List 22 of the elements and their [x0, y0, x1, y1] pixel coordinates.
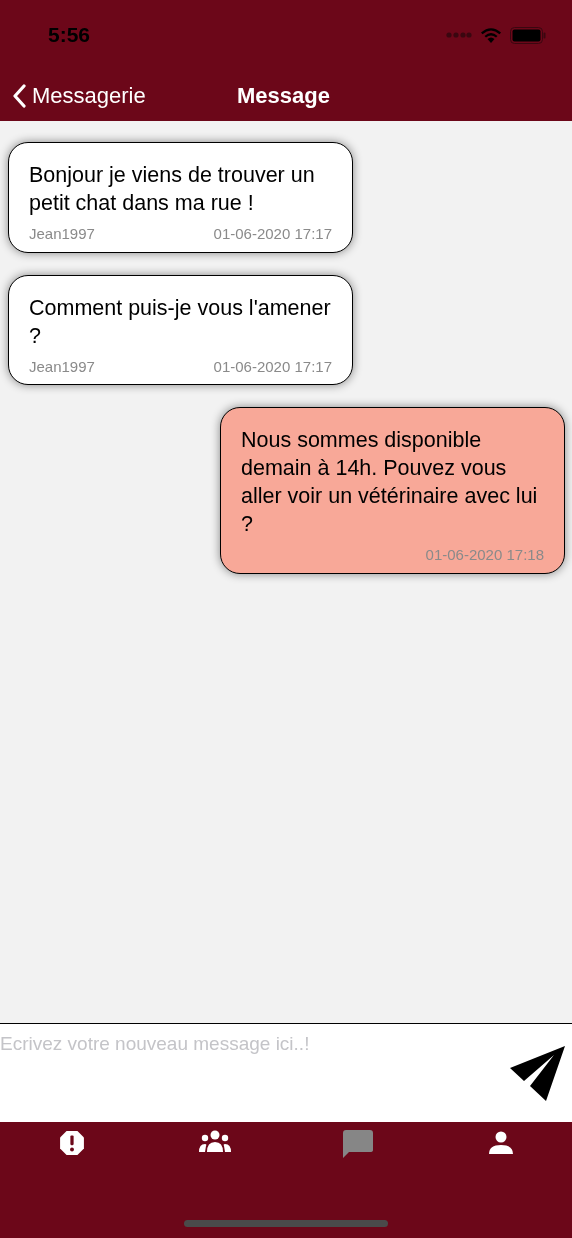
send-button[interactable] — [510, 1024, 572, 1122]
message-author: Jean1997 — [29, 224, 95, 244]
battery-icon — [510, 26, 546, 44]
message-text: Nous sommes disponible demain à 14h. Pouvez vous aller voir un vétérinaire avec lui ? — [241, 427, 539, 538]
chat-bubble-icon — [342, 1130, 373, 1158]
message-time: 01-06-2020 17:17 — [213, 356, 332, 377]
message-input[interactable]: Ecrivez votre nouveau message ici..! — [0, 1024, 510, 1122]
group-icon — [198, 1130, 231, 1152]
status-time: 5:56 — [48, 22, 91, 49]
screen-title: Message — [237, 82, 330, 110]
alert-icon — [58, 1130, 85, 1156]
signal-icon — [446, 32, 472, 38]
message-time: 01-06-2020 17:17 — [213, 224, 332, 244]
chevron-left-icon — [12, 83, 26, 108]
person-icon — [488, 1130, 513, 1154]
wifi-icon — [480, 27, 502, 43]
message-text: Bonjour je viens de trouver un petit chat dans ma rue ! — [29, 162, 316, 217]
message-text: Comment puis-je vous l'amener ? — [29, 294, 332, 350]
back-button[interactable]: Messagerie — [0, 79, 146, 112]
send-icon — [510, 1046, 566, 1102]
message-time: 01-06-2020 17:18 — [425, 545, 544, 565]
message-author: Jean1997 — [29, 356, 95, 377]
